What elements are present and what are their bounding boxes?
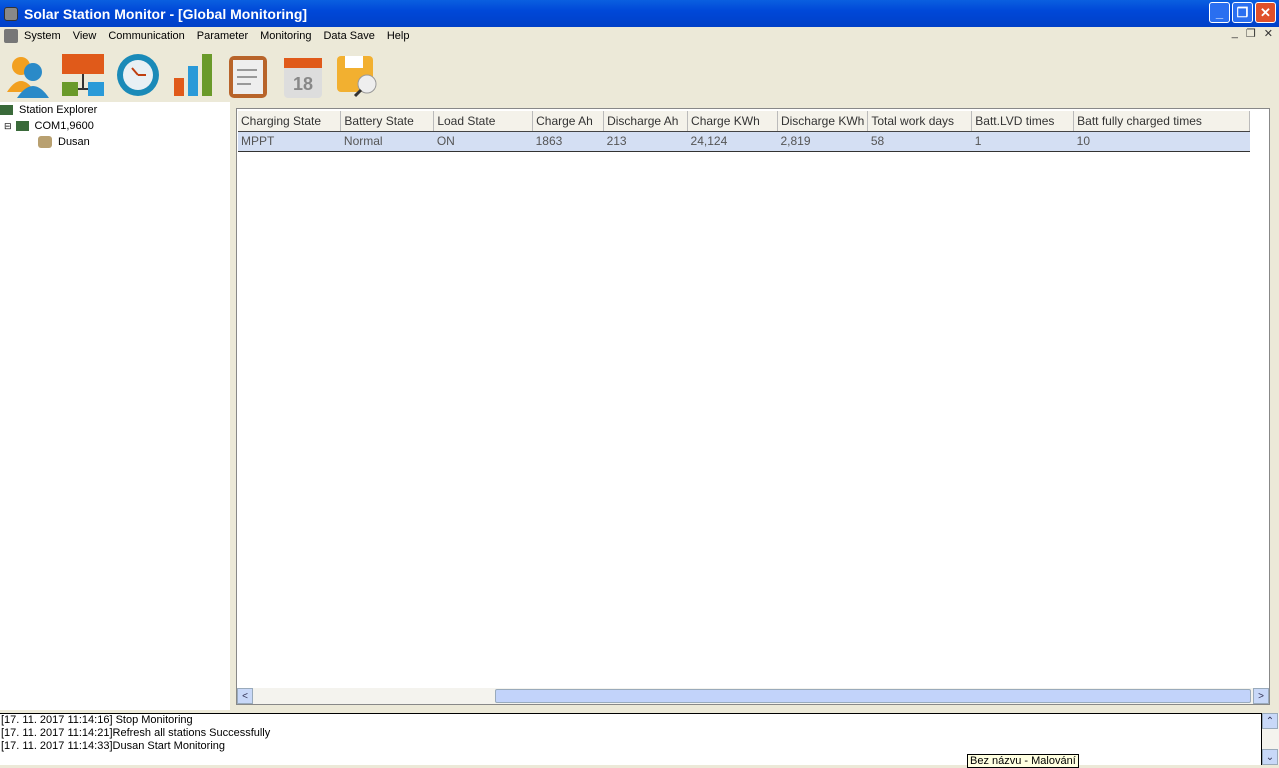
cell: 1	[971, 131, 1074, 152]
column-header[interactable]: Batt.LVD times	[971, 111, 1075, 132]
tree-station-label: Dusan	[58, 136, 90, 148]
tree-port[interactable]: ⊟ COM1,9600	[0, 118, 230, 134]
column-header[interactable]: Charging State	[238, 111, 342, 132]
cell: ON	[433, 131, 533, 152]
column-header[interactable]: Discharge Ah	[603, 111, 689, 132]
clipboard-icon[interactable]	[224, 50, 272, 100]
cell: 24,124	[687, 131, 778, 152]
chart-icon[interactable]	[169, 50, 217, 100]
system-menu-icon[interactable]	[4, 29, 18, 43]
menu-communication[interactable]: Communication	[102, 30, 190, 42]
toolbar: 18	[0, 47, 1279, 102]
menu-view[interactable]: View	[67, 30, 103, 42]
cell: Normal	[340, 131, 434, 152]
cell: MPPT	[238, 131, 341, 152]
calendar-icon[interactable]: 18	[279, 50, 327, 100]
menu-help[interactable]: Help	[381, 30, 416, 42]
mdi-restore-button[interactable]: ❐	[1246, 27, 1256, 40]
cell: 58	[867, 131, 972, 152]
tree-root-label: Station Explorer	[19, 104, 98, 116]
restore-button[interactable]: ❐	[1232, 2, 1253, 23]
column-header[interactable]: Discharge KWh	[777, 111, 869, 132]
column-header[interactable]: Batt fully charged times	[1073, 111, 1250, 132]
station-explorer: Station Explorer ⊟ COM1,9600 Dusan	[0, 102, 230, 710]
mdi-minimize-button[interactable]: _	[1232, 27, 1238, 40]
taskbar-tooltip: Bez názvu - Malování	[967, 754, 1079, 768]
minimize-button[interactable]: _	[1209, 2, 1230, 23]
station-table: Charging State Battery State Load State …	[238, 111, 1250, 152]
scroll-down-button[interactable]: ⌄	[1262, 749, 1278, 765]
horizontal-scrollbar[interactable]: < >	[237, 688, 1269, 704]
menu-monitoring[interactable]: Monitoring	[254, 30, 317, 42]
monitoring-panel: Charging State Battery State Load State …	[236, 108, 1270, 705]
save-search-icon[interactable]	[334, 50, 382, 100]
calendar-day: 18	[293, 74, 313, 94]
tree-station[interactable]: Dusan	[0, 134, 230, 150]
clock-icon[interactable]	[114, 50, 162, 100]
column-header[interactable]: Charge Ah	[532, 111, 605, 132]
users-icon[interactable]	[4, 50, 52, 100]
log-vertical-scrollbar[interactable]: ⌃ ⌄	[1262, 713, 1279, 765]
log-entry: [17. 11. 2017 11:14:33]Dusan Start Monit…	[1, 740, 226, 752]
house-icon	[38, 136, 52, 148]
column-header[interactable]: Total work days	[867, 111, 973, 132]
column-header[interactable]: Load State	[433, 111, 534, 132]
app-icon	[4, 6, 18, 21]
cell: 213	[603, 131, 688, 152]
port-icon	[15, 121, 29, 131]
title-bar: Solar Station Monitor - [Global Monitori…	[0, 0, 1279, 27]
cell: 1863	[532, 131, 604, 152]
network-icon[interactable]	[59, 50, 107, 100]
tree-root[interactable]: Station Explorer	[0, 102, 230, 118]
tree-port-label: COM1,9600	[34, 120, 94, 132]
close-button[interactable]: ✕	[1255, 2, 1276, 23]
mdi-close-button[interactable]: ✕	[1264, 27, 1273, 40]
cell: 10	[1073, 131, 1250, 152]
scroll-up-button[interactable]: ⌃	[1262, 713, 1278, 729]
menu-system[interactable]: System	[18, 30, 67, 42]
menu-data-save[interactable]: Data Save	[317, 30, 380, 42]
window-title: Solar Station Monitor - [Global Monitori…	[24, 5, 308, 22]
collapse-icon[interactable]: ⊟	[4, 121, 12, 132]
scroll-left-button[interactable]: <	[237, 688, 253, 704]
scroll-thumb[interactable]	[495, 689, 1251, 703]
explorer-icon	[0, 105, 13, 115]
cell: 2,819	[777, 131, 868, 152]
scroll-right-button[interactable]: >	[1253, 688, 1269, 704]
column-header[interactable]: Charge KWh	[687, 111, 778, 132]
menu-parameter[interactable]: Parameter	[191, 30, 254, 42]
log-entry: [17. 11. 2017 11:14:16] Stop Monitoring	[1, 714, 193, 726]
column-header[interactable]: Battery State	[340, 111, 435, 132]
log-entry: [17. 11. 2017 11:14:21]Refresh all stati…	[1, 727, 271, 739]
menu-bar: System View Communication Parameter Moni…	[0, 27, 1279, 45]
table-row[interactable]: MPPT Normal ON 1863 213 24,124 2,819 58 …	[238, 131, 1250, 152]
